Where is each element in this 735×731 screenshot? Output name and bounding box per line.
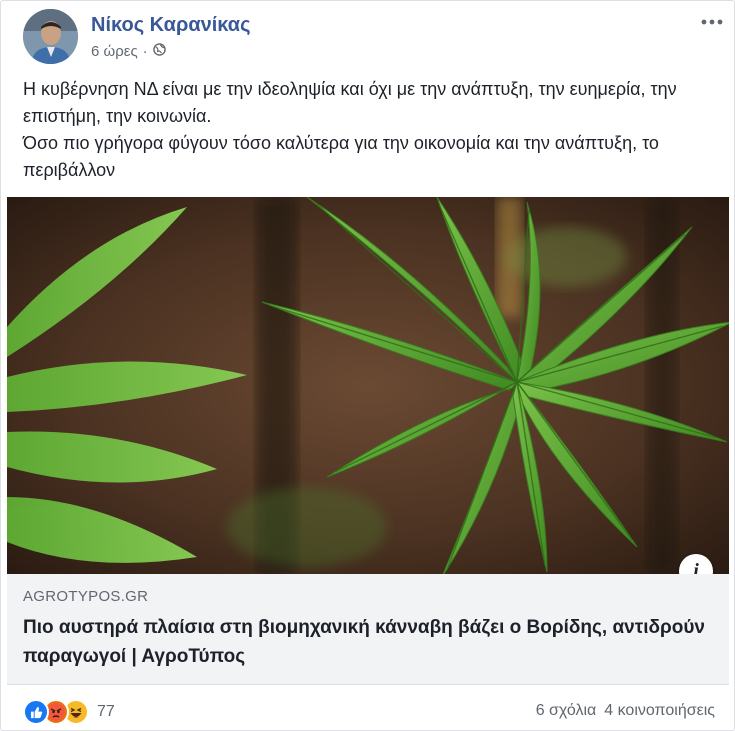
post-header: Νίκος Καρανίκας 6 ώρες · [23, 9, 723, 69]
post-footer: 77 6 σχόλια 4 κοινοποιήσεις [23, 697, 715, 727]
meta-separator: · [142, 43, 148, 60]
link-title[interactable]: Πιο αυστηρά πλαίσια στη βιομηχανική κάνν… [23, 613, 723, 671]
like-icon [23, 699, 49, 725]
post-stats: 6 σχόλια 4 κοινοποιήσεις [536, 702, 715, 720]
globe-icon [152, 43, 166, 60]
author-name[interactable]: Νίκος Καρανίκας [91, 14, 250, 37]
shares-count[interactable]: 4 κοινοποιήσεις [604, 702, 715, 720]
post-text-line: Η κυβέρνηση ΝΔ είναι με την ιδεοληψία κα… [23, 79, 677, 126]
post-text: Η κυβέρνηση ΝΔ είναι με την ιδεοληψία κα… [23, 76, 713, 184]
link-domain: AGROTYPOS.GR [23, 588, 149, 605]
post-text-line: Όσο πιο γρήγορα φύγουν τόσο καλύτερα για… [23, 133, 659, 180]
link-preview-box[interactable]: AGROTYPOS.GR Πιο αυστηρά πλαίσια στη βιο… [7, 574, 729, 685]
link-preview-image[interactable]: i [7, 197, 729, 574]
comments-count[interactable]: 6 σχόλια [536, 702, 597, 720]
post-meta: 6 ώρες · [91, 43, 166, 60]
avatar[interactable] [23, 9, 78, 64]
reaction-count[interactable]: 77 [97, 703, 115, 721]
reactions-summary[interactable]: 77 [23, 699, 115, 725]
more-options-icon[interactable] [701, 9, 723, 27]
facebook-post: Νίκος Καρανίκας 6 ώρες · Η κυβέρνηση ΝΔ … [0, 0, 735, 731]
post-time[interactable]: 6 ώρες [91, 43, 138, 60]
